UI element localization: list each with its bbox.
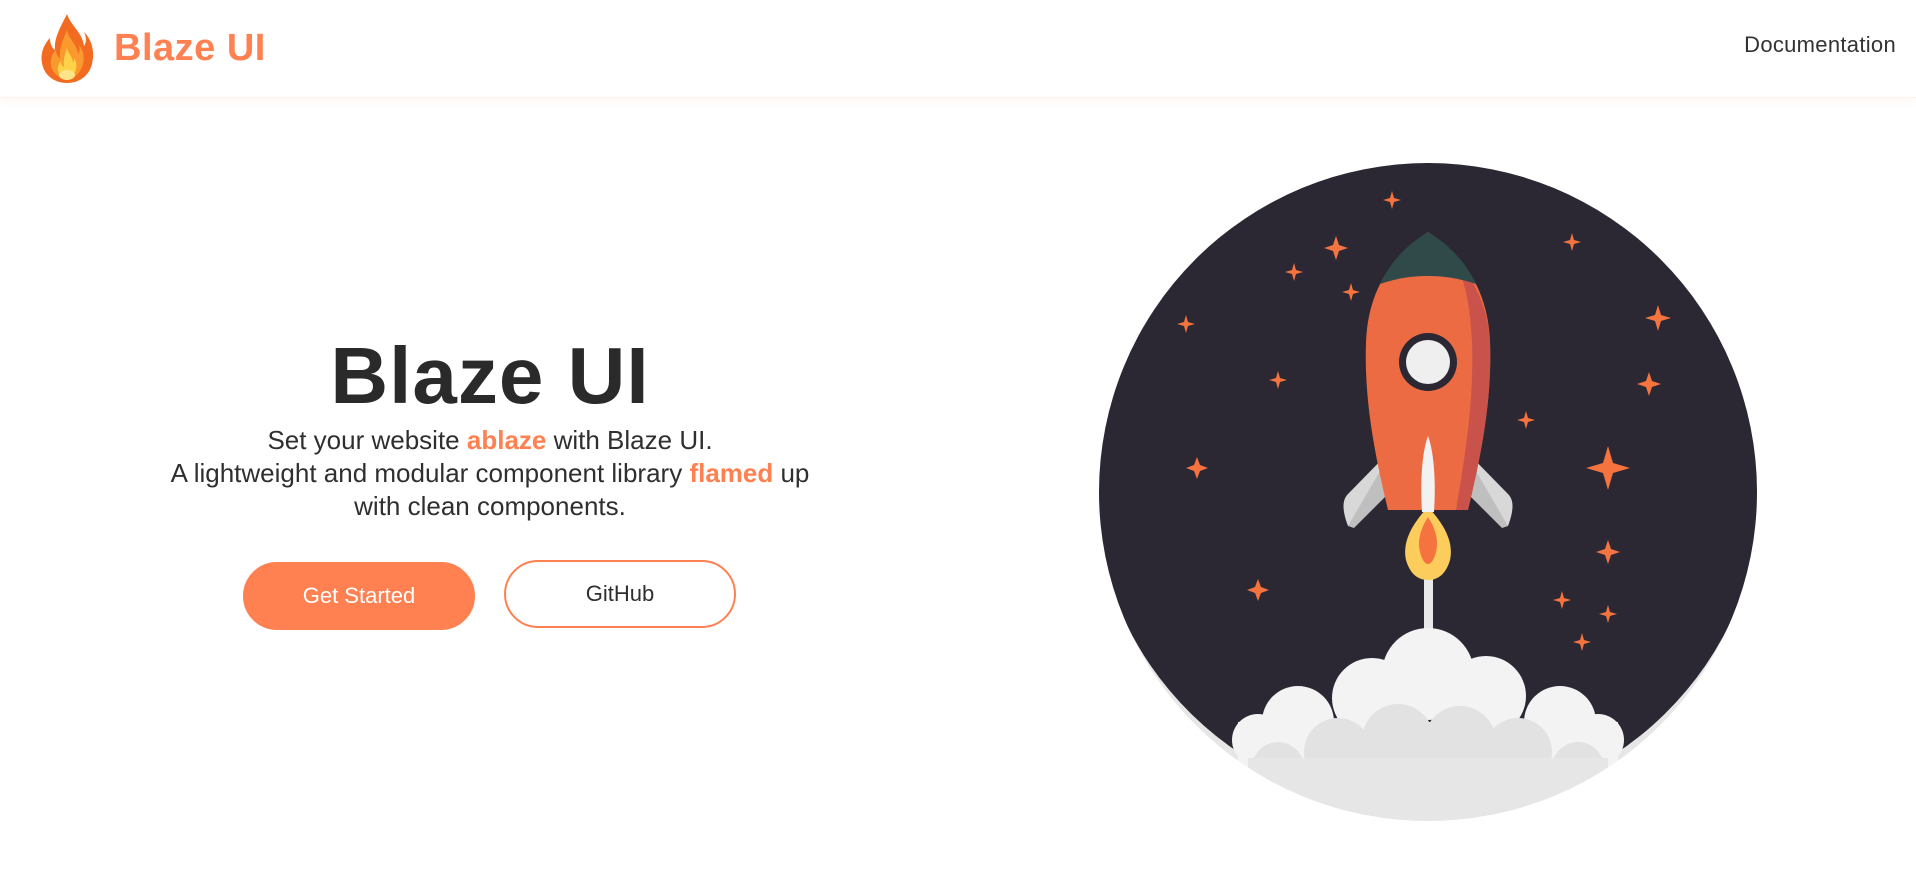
flame-icon	[41, 14, 94, 83]
get-started-button[interactable]: Get Started	[243, 562, 475, 630]
tagline-accent-ablaze: ablaze	[466, 425, 547, 455]
hero-title: Blaze UI	[330, 331, 650, 420]
tagline-text: Set your website	[267, 425, 467, 455]
hero-tagline: Set your website ablaze with Blaze UI. A…	[90, 424, 890, 523]
nav-link-documentation[interactable]: Documentation	[1744, 32, 1896, 58]
tagline-text: with clean components.	[354, 491, 626, 521]
navbar: Blaze UI Documentation	[0, 0, 1916, 98]
github-button[interactable]: GitHub	[504, 560, 736, 628]
tagline-text: with Blaze UI.	[546, 425, 713, 455]
tagline-text: A lightweight and modular component libr…	[170, 458, 690, 488]
brand-name: Blaze UI	[114, 26, 266, 69]
brand-link[interactable]: Blaze UI	[38, 12, 266, 84]
tagline-text: up	[773, 458, 810, 488]
rocket-launch-illustration	[1099, 163, 1757, 821]
hero-text: Blaze UI Set your website ablaze with Bl…	[90, 330, 890, 523]
tagline-accent-flamed: flamed	[689, 458, 774, 488]
